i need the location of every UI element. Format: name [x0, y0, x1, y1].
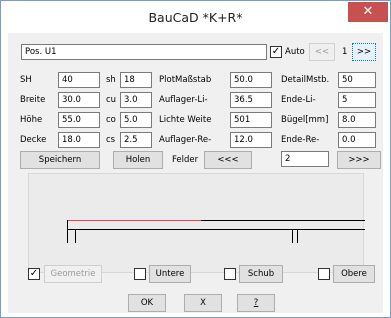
- co-label: co: [106, 115, 116, 125]
- breite-label: Breite: [20, 95, 46, 105]
- schub-checkbox[interactable]: [224, 268, 236, 280]
- sh-input[interactable]: 40: [58, 72, 100, 88]
- auto-label: Auto: [285, 47, 305, 57]
- lichte-weite-label: Lichte Weite: [159, 115, 212, 125]
- prev-position-button[interactable]: <<: [309, 43, 335, 61]
- beam-top-edge: [201, 220, 365, 221]
- auto-checkbox[interactable]: ✓: [270, 46, 282, 58]
- position-name-input[interactable]: Pos. U1: [21, 44, 267, 60]
- beam-top-edge-highlight: [67, 220, 201, 221]
- window-title: BauCaD *K+R*: [148, 10, 243, 25]
- save-button[interactable]: Speichern: [20, 151, 100, 169]
- auflager-re-input[interactable]: 12.0: [230, 132, 272, 148]
- dialog-window: BauCaD *K+R* ✕ Pos. U1 ✓ Auto << 1 >> SH…: [0, 0, 391, 318]
- fields-label: Felder: [172, 155, 199, 165]
- ende-li-input[interactable]: 5: [338, 92, 376, 108]
- decke-input[interactable]: 18.0: [58, 132, 100, 148]
- ende-re-label: Ende-Re-: [281, 135, 320, 145]
- cu-input[interactable]: 3.0: [120, 92, 152, 108]
- auflager-re-label: Auflager-Re-: [159, 135, 212, 145]
- sh-small-label: sh: [106, 75, 116, 85]
- co-input[interactable]: 5.0: [120, 112, 152, 128]
- hoehe-label: Höhe: [20, 115, 43, 125]
- plotmassstab-input[interactable]: 50.0: [230, 72, 272, 88]
- page-number: 1: [342, 47, 348, 57]
- check-icon: ✓: [29, 268, 39, 279]
- fields-prev-button[interactable]: <<<: [204, 151, 252, 169]
- left-support-outer: [67, 229, 68, 243]
- load-button[interactable]: Holen: [113, 151, 163, 169]
- next-position-button[interactable]: >>: [352, 43, 376, 61]
- plotmassstab-label: PlotMaßstab: [159, 75, 212, 85]
- auflager-li-label: Auflager-Li-: [159, 95, 208, 105]
- obere-checkbox[interactable]: [318, 268, 330, 280]
- detailmstb-label: DetailMstb.: [281, 75, 330, 85]
- beam-preview-canvas: [28, 173, 365, 273]
- sh-small-input[interactable]: 18: [120, 72, 152, 88]
- right-support-outer: [292, 229, 293, 243]
- fields-next-button[interactable]: >>>: [337, 151, 381, 169]
- ok-button[interactable]: OK: [128, 294, 166, 312]
- help-button[interactable]: ?: [237, 294, 275, 312]
- right-support-inner: [297, 229, 298, 243]
- decke-label: Decke: [20, 135, 47, 145]
- detailmstb-input[interactable]: 50: [338, 72, 376, 88]
- left-support-inner: [75, 229, 76, 243]
- cs-input[interactable]: 2.5: [120, 132, 152, 148]
- sh-label: SH: [20, 75, 32, 85]
- geometrie-button[interactable]: Geometrie: [44, 265, 102, 283]
- geometrie-checkbox[interactable]: ✓: [28, 268, 40, 280]
- schub-button[interactable]: Schub: [239, 265, 283, 283]
- close-button[interactable]: ✕: [348, 2, 388, 22]
- breite-input[interactable]: 30.0: [58, 92, 100, 108]
- fields-number-input[interactable]: 2: [281, 151, 329, 167]
- hoehe-input[interactable]: 55.0: [58, 112, 100, 128]
- ende-re-input[interactable]: 0.0: [338, 132, 376, 148]
- beam-bottom-edge: [67, 229, 365, 230]
- buegel-input[interactable]: 8.0: [338, 112, 376, 128]
- dialog-body: Pos. U1 ✓ Auto << 1 >> SH 40 Breite 30.0…: [8, 33, 383, 313]
- untere-checkbox[interactable]: [134, 268, 146, 280]
- check-icon: ✓: [271, 46, 281, 57]
- obere-button[interactable]: Obere: [333, 265, 375, 283]
- cu-label: cu: [106, 95, 117, 105]
- ende-li-label: Ende-Li-: [281, 95, 316, 105]
- lichte-weite-input[interactable]: 501: [230, 112, 272, 128]
- title-bar: BauCaD *K+R* ✕: [1, 1, 390, 33]
- untere-button[interactable]: Untere: [149, 265, 191, 283]
- x-button[interactable]: X: [184, 294, 222, 312]
- buegel-label: Bügel[mm]: [281, 115, 329, 125]
- auflager-li-input[interactable]: 36.5: [230, 92, 272, 108]
- cs-label: cs: [106, 135, 116, 145]
